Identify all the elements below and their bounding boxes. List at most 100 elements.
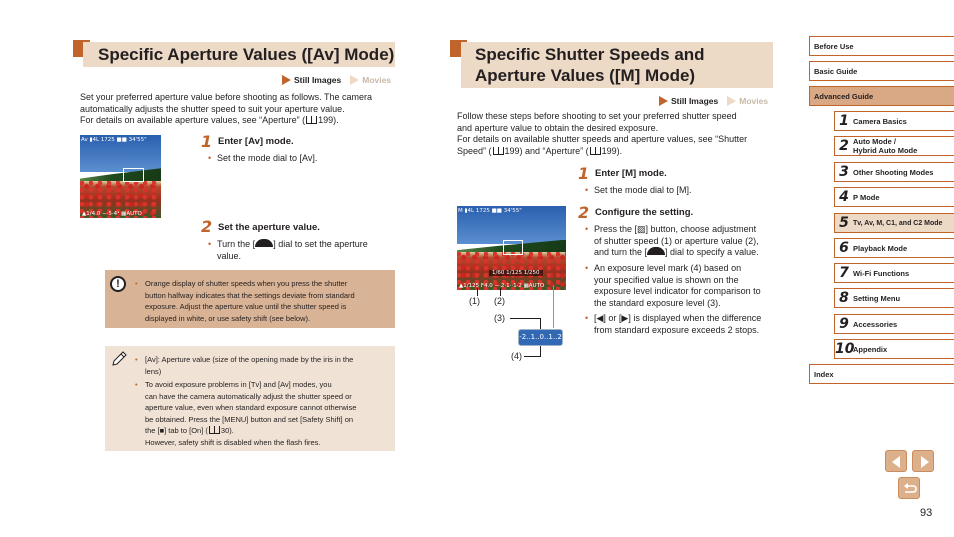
step-bullet: [◀] or [▶] is displayed when the differe… xyxy=(585,313,794,336)
chapter-label: Auto Mode / Hybrid Auto Mode xyxy=(853,137,917,155)
sidebar-label: Basic Guide xyxy=(814,66,858,76)
sidebar-label: Index xyxy=(814,369,834,379)
chapter-number: 9 xyxy=(839,316,849,332)
step-bullet: Set the mode dial to [M]. xyxy=(585,185,692,197)
intro-line: Follow these steps before shooting to se… xyxy=(457,111,737,121)
sidebar-chapter-3[interactable]: 3 Other Shooting Modes xyxy=(834,162,954,182)
bullet-text: ] dial to specify a value. xyxy=(665,247,759,257)
movies-label: Movies xyxy=(362,75,392,85)
chapter-number: 8 xyxy=(839,290,849,306)
chapter-label: Other Shooting Modes xyxy=(853,167,934,177)
page-ref-icon xyxy=(208,426,220,434)
sidebar-chapter-2[interactable]: 2 Auto Mode / Hybrid Auto Mode xyxy=(834,136,954,156)
chapter-label: Playback Mode xyxy=(853,243,908,253)
caution-line: exposure. Adjust the aperture value unti… xyxy=(145,302,347,311)
intro-text-part: Speed” ( xyxy=(457,145,492,156)
page-number: 93 xyxy=(920,507,933,519)
bullet-text: An exposure level mark (4) based on xyxy=(594,263,742,273)
callout-line xyxy=(510,318,540,319)
note-line: can have the camera automatically adjust… xyxy=(145,391,352,401)
callout-line xyxy=(524,356,541,357)
chevron-right-icon xyxy=(921,456,929,468)
chapter-number: 6 xyxy=(839,240,849,256)
caution-line: button halfway indicates that the settin… xyxy=(145,290,355,300)
intro-line: and aperture value to obtain the desired… xyxy=(457,122,659,133)
chapter-label: Appendix xyxy=(853,344,888,354)
sidebar-chapter-7[interactable]: 7 Wi-Fi Functions xyxy=(834,263,954,283)
intro-text: Follow these steps before shooting to se… xyxy=(457,111,787,157)
sidebar-chapter-5[interactable]: 5 Tv, Av, M, C1, and C2 Mode xyxy=(834,213,954,233)
callout-line xyxy=(553,285,554,328)
step-title: Configure the setting. xyxy=(595,207,694,218)
sidebar-label: Advanced Guide xyxy=(814,91,874,101)
note-item: To avoid exposure problems in [Tv] and [… xyxy=(135,379,390,448)
hud-top: M ▮4L 1725 ■■ 34'55" xyxy=(458,208,522,214)
prev-page-button[interactable] xyxy=(885,450,907,472)
bullet-text: your specified value is shown on the xyxy=(594,274,739,285)
control-dial-icon xyxy=(647,247,666,255)
step-bullet: Press the [▨] button, choose adjustment … xyxy=(585,224,794,259)
chapter-number: 10 xyxy=(835,341,855,357)
note-line: be obtained. Press the [MENU] button and… xyxy=(145,414,354,424)
still-images-label: Still Images xyxy=(294,75,342,85)
sidebar-chapter-1[interactable]: 1 Camera Basics xyxy=(834,111,954,131)
chapter-label: Tv, Av, M, C1, and C2 Mode xyxy=(853,219,943,227)
page-ref-link[interactable]: 199). xyxy=(318,115,339,125)
sidebar-chapter-8[interactable]: 8 Setting Menu xyxy=(834,288,954,308)
sidebar-item-index[interactable]: Index xyxy=(809,364,954,384)
note-line: However, safety shift is disabled when t… xyxy=(145,437,321,447)
chapter-label-line: Hybrid Auto Mode xyxy=(853,146,918,155)
intro-line: Speed” ( 199) and “Aperture” ( 199). xyxy=(457,146,787,158)
chapter-number: 4 xyxy=(839,189,849,205)
step-bullet: Set the mode dial to [Av]. xyxy=(208,153,317,165)
next-page-button[interactable] xyxy=(912,450,934,472)
movies-icon xyxy=(727,96,737,106)
callout-line xyxy=(500,288,501,296)
callout-line xyxy=(477,288,478,296)
page-ref-link[interactable]: 30). xyxy=(221,426,234,435)
mode-indicator: Still Images Movies xyxy=(659,96,768,106)
sidebar-item-basic-guide[interactable]: Basic Guide xyxy=(809,61,954,81)
sidebar-chapter-9[interactable]: 9 Accessories xyxy=(834,314,954,334)
sidebar-item-before-use[interactable]: Before Use xyxy=(809,36,954,56)
caution-line: Orange display of shutter speeds when yo… xyxy=(145,279,348,288)
bullet-text: value. xyxy=(217,250,242,261)
page-ref-link[interactable]: 199). xyxy=(602,146,623,156)
callout-label-1: (1) xyxy=(469,296,480,306)
caution-icon: ! xyxy=(110,276,126,292)
caution-item: Orange display of shutter speeds when yo… xyxy=(135,278,390,324)
chapter-label: Wi-Fi Functions xyxy=(853,268,910,278)
page-ref-link[interactable]: 199) and “Aperture” ( xyxy=(505,146,589,156)
bullet-text: exposure level indicator for comparison … xyxy=(594,286,761,296)
sidebar-chapter-6[interactable]: 6 Playback Mode xyxy=(834,238,954,258)
chapter-label: Setting Menu xyxy=(853,293,901,303)
intro-line: For details on available shutter speeds … xyxy=(457,134,748,144)
sidebar-chapter-10[interactable]: 10 Appendix xyxy=(834,339,954,359)
step-number: 1 xyxy=(201,132,213,151)
chapter-number: 2 xyxy=(839,138,849,154)
chapter-number: 7 xyxy=(839,265,849,281)
camera-screen-m: M ▮4L 1725 ■■ 34'55" 1/60 1/125 1/250 ▲1… xyxy=(457,206,566,290)
af-frame xyxy=(503,240,523,255)
note-line: the [■] tab to [On] ( xyxy=(145,426,208,435)
title-line: Specific Shutter Speeds and xyxy=(475,45,705,64)
sidebar-chapter-4[interactable]: 4 P Mode xyxy=(834,187,954,207)
page-ref-icon xyxy=(589,146,601,155)
hud-bottom: ▲1/4.0 −·5·4¹ ▦AUTO xyxy=(82,211,142,217)
return-button[interactable] xyxy=(898,477,920,499)
pencil-icon xyxy=(112,351,127,366)
chevron-left-icon xyxy=(892,456,900,468)
intro-line: Set your preferred aperture value before… xyxy=(80,92,372,102)
mode-indicator: Still Images Movies xyxy=(282,75,391,85)
chapter-number: 3 xyxy=(839,164,849,180)
chapter-number: 1 xyxy=(839,113,849,129)
page-ref-icon xyxy=(492,146,504,155)
sidebar-item-advanced-guide[interactable]: Advanced Guide xyxy=(809,86,954,106)
bullet-text: Press the [▨] button, choose adjustment xyxy=(594,224,757,234)
page-ref-icon xyxy=(306,116,318,124)
movies-icon xyxy=(350,75,360,85)
chapter-label: P Mode xyxy=(853,192,880,202)
step-number: 2 xyxy=(201,217,213,236)
step-number: 1 xyxy=(578,164,590,183)
bullet-text: Turn the [ xyxy=(217,239,256,249)
